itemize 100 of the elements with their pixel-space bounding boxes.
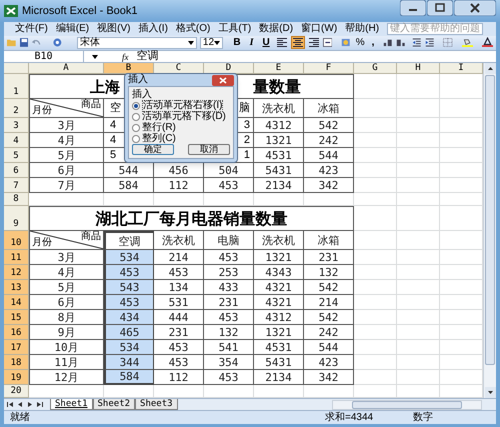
table-cell: 214 — [304, 295, 354, 310]
table-cell: 空调 — [104, 231, 154, 250]
row-header[interactable]: 8 — [4, 193, 29, 206]
column-header[interactable]: G — [354, 63, 397, 74]
table-cell: 4月 — [29, 265, 104, 280]
dialog-button[interactable]: 取消 — [188, 144, 230, 155]
table-cell: 3月 — [29, 250, 104, 266]
column-header[interactable]: A — [29, 63, 104, 74]
table-cell: 4312 — [254, 118, 304, 134]
italic-button[interactable]: I — [246, 38, 256, 48]
row-header[interactable]: 10 — [4, 231, 29, 250]
row-header[interactable]: 15 — [4, 310, 29, 326]
table-cell: 电脑 — [204, 231, 254, 250]
row-header[interactable]: 3 — [4, 118, 29, 134]
bold-button[interactable]: B — [230, 38, 244, 48]
table-cell: 433 — [204, 280, 254, 296]
table-cell: 231 — [304, 250, 354, 266]
table-cell: 6月 — [29, 295, 104, 310]
menu-item[interactable]: 窗口(W) — [301, 22, 338, 35]
column-header[interactable]: C — [154, 63, 204, 74]
table-cell: 453 — [154, 265, 204, 280]
function-label[interactable]: fx — [122, 52, 128, 62]
underline-button[interactable]: U — [259, 38, 273, 48]
column-header[interactable]: F — [304, 63, 354, 74]
table-cell: 5431 — [254, 163, 304, 178]
dialog-button[interactable]: 确定 — [132, 144, 174, 155]
table-cell: 453 — [204, 310, 254, 326]
table-cell: 504 — [204, 163, 254, 178]
row-header[interactable]: 9 — [4, 206, 29, 232]
table-cell: 8月 — [29, 310, 104, 326]
table-cell: 542 — [304, 280, 354, 296]
name-box[interactable]: B10 — [4, 51, 84, 62]
group-label: 插入 — [132, 89, 153, 100]
mode-text: 数字 — [413, 412, 434, 423]
row-header[interactable]: 19 — [4, 370, 29, 386]
status-text: 就绪 — [10, 412, 30, 423]
font-size-dropdown[interactable]: 12 — [200, 36, 224, 49]
table-cell: 534 — [104, 340, 154, 356]
table-cell: 4321 — [254, 280, 304, 296]
row-header[interactable]: 17 — [4, 340, 29, 356]
sheet-tab[interactable]: Sheet3 — [135, 399, 178, 410]
column-header[interactable]: E — [254, 63, 304, 74]
table-cell: 542 — [304, 118, 354, 134]
table-cell: 洗衣机 — [254, 231, 304, 250]
table-cell: 444 — [154, 310, 204, 326]
menu-item[interactable]: 工具(T) — [218, 22, 252, 35]
menu-item[interactable]: 插入(I) — [138, 22, 168, 35]
comma-button[interactable]: , — [370, 38, 376, 48]
column-header[interactable]: I — [440, 63, 483, 74]
sheet-tab[interactable]: Sheet1 — [50, 399, 93, 410]
table-cell: 453 — [204, 178, 254, 194]
table-cell: 214 — [154, 250, 204, 266]
table-cell: 4343 — [254, 265, 304, 280]
row-header[interactable]: 12 — [4, 265, 29, 280]
table-cell: 342 — [304, 370, 354, 386]
sheet-tab[interactable]: Sheet2 — [92, 399, 136, 410]
row-header[interactable]: 16 — [4, 325, 29, 340]
row-header[interactable]: 6 — [4, 163, 29, 178]
table-cell: 531 — [154, 295, 204, 310]
table-cell: 6月 — [29, 163, 104, 178]
row-header[interactable]: 5 — [4, 148, 29, 164]
table-cell: 112 — [154, 370, 204, 386]
column-header[interactable]: B — [104, 63, 154, 74]
table-cell: 4月 — [29, 133, 104, 148]
title-text: 上海 — [89, 76, 120, 98]
cell-text: 月份 — [32, 106, 52, 116]
row-header[interactable]: 14 — [4, 295, 29, 310]
row-header[interactable]: 7 — [4, 178, 29, 194]
font-dropdown[interactable]: 宋体 — [76, 36, 197, 49]
table-cell: 423 — [304, 355, 354, 370]
column-header[interactable]: D — [204, 63, 254, 74]
menu-item[interactable]: 文件(F) — [15, 22, 48, 35]
cell-text: 商品 — [81, 232, 101, 242]
column-header[interactable]: H — [397, 63, 440, 74]
sum-text: 求和=4344 — [325, 412, 374, 423]
table-cell: 冰箱 — [304, 231, 354, 250]
row-header[interactable]: 4 — [4, 133, 29, 148]
title-text: 湖北工厂每月电器销量数量 — [96, 208, 288, 230]
row-header[interactable]: 11 — [4, 250, 29, 266]
table-cell: 542 — [304, 310, 354, 326]
row-header[interactable]: 13 — [4, 280, 29, 296]
table-cell: 584 — [104, 178, 154, 194]
menu-item[interactable]: 帮助(H) — [345, 22, 380, 35]
table-cell: 1321 — [254, 325, 304, 340]
row-header[interactable]: 18 — [4, 355, 29, 370]
table-cell: 541 — [204, 340, 254, 356]
row-header[interactable]: 1 — [4, 74, 29, 100]
row-header[interactable]: 20 — [4, 385, 29, 398]
menu-item[interactable]: 编辑(E) — [56, 22, 90, 35]
table-cell: 2134 — [254, 178, 304, 194]
table-cell: 5431 — [254, 355, 304, 370]
table-cell: 5月 — [29, 148, 104, 164]
row-header[interactable]: 2 — [4, 99, 29, 118]
menu-item[interactable]: 视图(V) — [97, 22, 130, 35]
menu-item[interactable]: 格式(O) — [176, 22, 210, 35]
percent-button[interactable]: % — [354, 38, 367, 48]
table-cell: 132 — [204, 325, 254, 340]
table-cell: 453 — [104, 265, 154, 280]
table-cell: 342 — [304, 178, 354, 194]
menu-item[interactable]: 数据(D) — [259, 22, 294, 35]
